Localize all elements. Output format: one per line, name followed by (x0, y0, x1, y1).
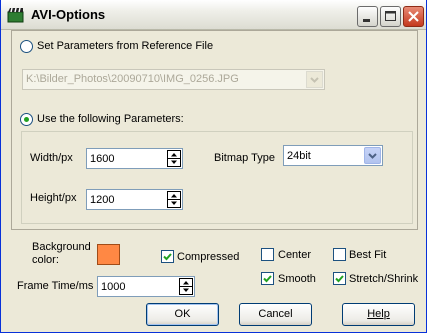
bitmap-type-label: Bitmap Type (214, 152, 275, 164)
dropdown-button[interactable] (306, 71, 323, 88)
height-label: Height/px (30, 192, 77, 204)
spin-arrows-icon (168, 194, 180, 205)
compressed-label[interactable]: Compressed (177, 251, 239, 263)
use-parameters-label[interactable]: Use the following Parameters: (37, 113, 184, 125)
center-checkbox[interactable] (261, 248, 274, 261)
reference-file-label[interactable]: Set Parameters from Reference File (37, 40, 213, 52)
background-color-label-line2: color: (32, 254, 59, 266)
bitmap-type-value: 24bit (287, 150, 311, 162)
checkmark-icon (263, 275, 272, 283)
height-value[interactable]: 1200 (90, 194, 114, 206)
clapperboard-icon (7, 7, 25, 23)
checkmark-icon (163, 253, 172, 261)
reference-file-path: K:\Bilder_Photos\20090710\IMG_0256.JPG (26, 73, 239, 85)
window-title: AVI-Options (31, 7, 106, 22)
help-button-label: Help (367, 308, 390, 320)
spin-arrows-icon (168, 153, 180, 164)
minimize-button[interactable] (357, 6, 378, 27)
stretch-shrink-label[interactable]: Stretch/Shrink (349, 273, 418, 285)
bitmap-type-select[interactable]: 24bit (283, 145, 383, 166)
smooth-label[interactable]: Smooth (278, 273, 316, 285)
spin-arrows-icon (180, 281, 192, 292)
background-color-label-line1: Background (32, 241, 91, 253)
width-value[interactable]: 1600 (90, 153, 114, 165)
chevron-down-icon (310, 77, 319, 83)
frame-time-spinbox[interactable]: 1000 (97, 276, 195, 297)
frame-time-label: Frame Time/ms (17, 280, 94, 292)
frame-time-spin-buttons[interactable] (179, 278, 193, 295)
close-button[interactable] (403, 6, 424, 27)
ok-button[interactable]: OK (146, 303, 219, 326)
background-color-swatch[interactable] (97, 244, 120, 265)
checkmark-icon (335, 275, 344, 283)
cancel-button-label: Cancel (258, 308, 293, 320)
reference-file-radio[interactable] (20, 40, 33, 53)
dropdown-button[interactable] (364, 147, 381, 164)
height-spinbox[interactable]: 1200 (86, 189, 183, 210)
reference-file-select[interactable]: K:\Bilder_Photos\20090710\IMG_0256.JPG (22, 69, 325, 90)
width-spinbox[interactable]: 1600 (86, 148, 183, 169)
avi-options-dialog: AVI-Options Set Parameters from Referenc… (0, 0, 427, 333)
width-label: Width/px (30, 152, 73, 164)
frame-time-value[interactable]: 1000 (101, 281, 125, 293)
center-label[interactable]: Center (278, 249, 311, 261)
smooth-checkbox[interactable] (261, 272, 274, 285)
height-spin-buttons[interactable] (167, 191, 181, 208)
minimize-icon (363, 19, 370, 22)
cancel-button[interactable]: Cancel (239, 303, 312, 326)
stretch-shrink-checkbox[interactable] (333, 272, 346, 285)
compressed-checkbox[interactable] (161, 250, 174, 263)
maximize-button[interactable] (380, 6, 401, 27)
close-icon (408, 11, 419, 22)
help-button[interactable]: Help (342, 303, 415, 326)
best-fit-label[interactable]: Best Fit (349, 249, 386, 261)
use-parameters-radio[interactable] (20, 113, 33, 126)
ok-button-label: OK (174, 308, 191, 320)
width-spin-buttons[interactable] (167, 150, 181, 167)
title-bar[interactable]: AVI-Options (1, 0, 426, 30)
maximize-icon (385, 11, 396, 21)
best-fit-checkbox[interactable] (333, 248, 346, 261)
chevron-down-icon (368, 153, 377, 159)
